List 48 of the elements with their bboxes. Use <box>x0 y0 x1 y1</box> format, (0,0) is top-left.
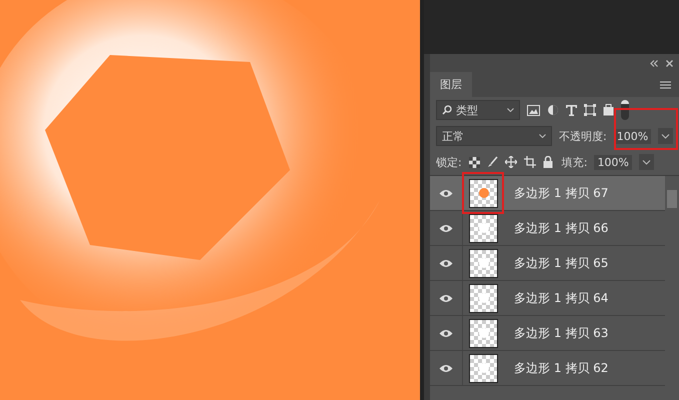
lock-icon[interactable] <box>542 156 553 168</box>
caret-button[interactable] <box>658 128 674 144</box>
caret-icon <box>539 134 546 138</box>
layer-row[interactable]: 多边形 1 拷贝 64 <box>430 281 666 316</box>
collapse-icon[interactable] <box>650 60 658 66</box>
fill-field[interactable]: 100% <box>594 154 632 170</box>
layer-name: 多边形 1 拷贝 67 <box>514 184 608 202</box>
circle-half-icon[interactable] <box>547 104 559 116</box>
move-icon[interactable] <box>504 156 517 168</box>
eye-icon[interactable] <box>439 294 453 302</box>
image-icon[interactable] <box>527 104 540 116</box>
opacity-label: 不透明度: <box>559 128 607 144</box>
lock-label: 锁定: <box>436 154 462 170</box>
crop-icon[interactable] <box>524 156 536 168</box>
blend-mode-dropdown[interactable]: 正常 <box>436 126 552 146</box>
layers-tab[interactable]: 图层 <box>430 72 472 97</box>
text-tool-icon[interactable] <box>566 104 577 116</box>
eye-icon[interactable] <box>439 328 453 338</box>
brush-icon[interactable] <box>486 156 498 168</box>
smart-object-icon[interactable] <box>603 104 614 116</box>
eye-icon[interactable] <box>439 188 453 198</box>
menu-icon[interactable] <box>660 81 672 89</box>
eye-icon[interactable] <box>439 364 453 372</box>
layer-row[interactable]: 多边形 1 拷贝 66 <box>430 211 666 246</box>
search-icon <box>442 105 452 115</box>
layer-name: 多边形 1 拷贝 65 <box>514 254 608 272</box>
layer-row[interactable]: 多边形 1 拷贝 67 <box>430 176 666 211</box>
layer-name: 多边形 1 拷贝 63 <box>514 324 608 342</box>
layer-row[interactable]: 多边形 1 拷贝 65 <box>430 246 666 281</box>
eye-icon[interactable] <box>439 258 453 268</box>
layer-name: 多边形 1 拷贝 66 <box>514 220 608 236</box>
eye-icon[interactable] <box>439 224 453 232</box>
layer-row[interactable]: 多边形 1 拷贝 63 <box>430 316 666 351</box>
close-icon[interactable] <box>666 60 674 66</box>
checkerboard-icon[interactable] <box>468 156 480 168</box>
filter-toggle[interactable] <box>621 100 629 120</box>
highlight-box <box>614 108 678 150</box>
shape-icon[interactable] <box>584 104 596 116</box>
layer-name: 多边形 1 拷贝 62 <box>514 360 608 376</box>
layer-name: 多边形 1 拷贝 64 <box>514 290 608 306</box>
highlight-box <box>462 172 504 214</box>
filter-dropdown[interactable]: 类型 <box>436 100 520 120</box>
caret-button[interactable] <box>638 154 654 170</box>
fill-label: 填充: <box>562 154 588 170</box>
caret-icon <box>507 108 514 112</box>
scrollbar-thumb[interactable] <box>667 190 678 208</box>
opacity-field[interactable]: 100% <box>614 128 652 144</box>
layer-row[interactable]: 多边形 1 拷贝 62 <box>430 351 666 386</box>
